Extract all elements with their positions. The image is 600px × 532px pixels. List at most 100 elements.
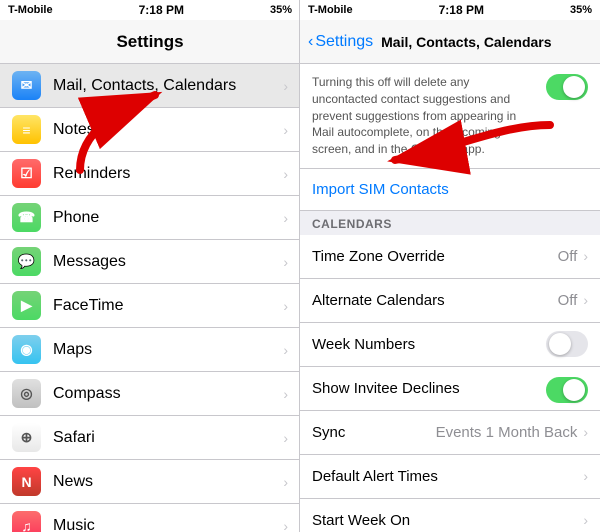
chevron-icon-news: ›: [283, 474, 288, 490]
battery-left: 35%: [270, 4, 292, 16]
chevron-icon-maps: ›: [283, 342, 288, 358]
app-container: T-Mobile 7:18 PM 35% Settings ✉ Mail, Con…: [0, 0, 600, 532]
mail-icon: ✉: [12, 71, 41, 100]
chevron-icon-safari: ›: [283, 430, 288, 446]
calendar-item-startweek[interactable]: Start Week On›: [300, 499, 600, 532]
cal-value-timezone: Off: [558, 248, 578, 265]
status-right: 35%: [270, 4, 292, 16]
right-battery: 35%: [570, 4, 592, 16]
back-label: Settings: [315, 33, 373, 51]
settings-item-messages[interactable]: 💬 Messages›: [0, 240, 300, 284]
calendar-item-altcal[interactable]: Alternate CalendarsOff›: [300, 279, 600, 323]
calendars-label: Calendars: [312, 217, 392, 231]
mail-contacts-panel: T-Mobile 7:18 PM 35% ‹ Settings Mail, Co…: [300, 0, 600, 532]
back-button[interactable]: ‹ Settings: [308, 33, 373, 51]
calendar-items-list: Time Zone OverrideOff›Alternate Calendar…: [300, 235, 600, 532]
chevron-icon-reminders: ›: [283, 166, 288, 182]
cal-label-weeknum: Week Numbers: [312, 336, 546, 353]
calendars-section-header: Calendars: [300, 211, 600, 235]
toggle-on-invitee[interactable]: [546, 377, 588, 403]
status-left: T-Mobile: [8, 4, 53, 16]
cal-value-sync: Events 1 Month Back: [436, 424, 578, 441]
music-icon: ♫: [12, 511, 41, 532]
contacts-toggle[interactable]: [546, 74, 588, 100]
calendar-item-timezone[interactable]: Time Zone OverrideOff ›: [300, 235, 600, 279]
left-status-bar: T-Mobile 7:18 PM 35%: [0, 0, 300, 20]
calendar-item-sync[interactable]: SyncEvents 1 Month Back ›: [300, 411, 600, 455]
settings-item-facetime[interactable]: ▶ FaceTime›: [0, 284, 300, 328]
settings-item-safari[interactable]: ⊕Safari›: [0, 416, 300, 460]
chevron-icon-phone: ›: [283, 210, 288, 226]
settings-label-maps: Maps: [53, 341, 283, 359]
left-nav-title: Settings: [116, 32, 183, 52]
right-status-left: T-Mobile: [308, 4, 353, 16]
settings-item-maps[interactable]: ◉ Maps›: [0, 328, 300, 372]
calendar-item-invitee[interactable]: Show Invitee Declines: [300, 367, 600, 411]
right-panel: T-Mobile 7:18 PM 35% ‹ Settings Mail, Co…: [300, 0, 600, 532]
chevron-icon-notes: ›: [283, 122, 288, 138]
toggle-knob: [563, 76, 585, 98]
settings-item-reminders[interactable]: ☑ Reminders›: [0, 152, 300, 196]
safari-icon: ⊕: [12, 423, 41, 452]
toggle-knob-weeknum: [549, 333, 571, 355]
calendar-item-alerttimes[interactable]: Default Alert Times›: [300, 455, 600, 499]
contacts-info-box: Turning this off will delete any unconta…: [300, 64, 600, 169]
chevron-icon-compass: ›: [283, 386, 288, 402]
settings-item-compass[interactable]: ◎Compass›: [0, 372, 300, 416]
import-sim-item[interactable]: Import SIM Contacts: [300, 169, 600, 211]
settings-label-messages: Messages: [53, 253, 283, 271]
cal-label-startweek: Start Week On: [312, 512, 583, 529]
facetime-icon: ▶: [12, 291, 41, 320]
cal-value-altcal: Off: [558, 292, 578, 309]
settings-label-news: News: [53, 473, 283, 491]
cal-chevron-sync: ›: [583, 424, 588, 440]
settings-item-mail[interactable]: ✉ Mail, Contacts, Calendars›: [0, 64, 300, 108]
chevron-icon-music: ›: [283, 518, 288, 532]
cal-chevron-alerttimes: ›: [583, 468, 588, 484]
right-content: Turning this off will delete any unconta…: [300, 64, 600, 532]
maps-icon: ◉: [12, 335, 41, 364]
cal-label-sync: Sync: [312, 424, 436, 441]
phone-icon: ☎: [12, 203, 41, 232]
cal-chevron-timezone: ›: [583, 248, 588, 264]
cal-label-altcal: Alternate Calendars: [312, 292, 558, 309]
right-status-bar: T-Mobile 7:18 PM 35%: [300, 0, 600, 20]
chevron-icon-mail: ›: [283, 78, 288, 94]
chevron-icon-messages: ›: [283, 254, 288, 270]
chevron-icon-facetime: ›: [283, 298, 288, 314]
settings-panel: T-Mobile 7:18 PM 35% Settings ✉ Mail, Con…: [0, 0, 300, 532]
settings-item-phone[interactable]: ☎ Phone›: [0, 196, 300, 240]
info-text: Turning this off will delete any unconta…: [312, 75, 516, 156]
right-nav-title: Mail, Contacts, Calendars: [381, 34, 551, 50]
settings-item-news[interactable]: N News›: [0, 460, 300, 504]
settings-label-music: Music: [53, 517, 283, 532]
import-sim-label: Import SIM Contacts: [312, 181, 449, 198]
cal-label-timezone: Time Zone Override: [312, 248, 558, 265]
left-panel: T-Mobile 7:18 PM 35% Settings ✉ Mail, Con…: [0, 0, 300, 532]
settings-label-phone: Phone: [53, 209, 283, 227]
toggle-knob-invitee: [563, 379, 585, 401]
right-carrier: T-Mobile: [308, 4, 353, 16]
right-time: 7:18 PM: [439, 3, 484, 17]
toggle-off-weeknum[interactable]: [546, 331, 588, 357]
time-left: 7:18 PM: [139, 3, 184, 17]
settings-label-facetime: FaceTime: [53, 297, 283, 315]
settings-label-notes: Notes: [53, 121, 283, 139]
right-nav-bar: ‹ Settings Mail, Contacts, Calendars: [300, 20, 600, 64]
settings-label-reminders: Reminders: [53, 165, 283, 183]
right-status-right: 35%: [570, 4, 592, 16]
settings-item-notes[interactable]: ≡ Notes›: [0, 108, 300, 152]
messages-icon: 💬: [12, 247, 41, 276]
settings-label-compass: Compass: [53, 385, 283, 403]
settings-item-music[interactable]: ♫ Music›: [0, 504, 300, 532]
left-nav-bar: Settings: [0, 20, 300, 64]
news-icon: N: [12, 467, 41, 496]
carrier-left: T-Mobile: [8, 4, 53, 16]
cal-label-alerttimes: Default Alert Times: [312, 468, 583, 485]
settings-label-mail: Mail, Contacts, Calendars: [53, 77, 283, 95]
reminders-icon: ☑: [12, 159, 41, 188]
back-chevron-icon: ‹: [308, 33, 313, 51]
notes-icon: ≡: [12, 115, 41, 144]
settings-list: ✉Mail, Contacts, Calendars›≡Notes›☑Remin…: [0, 64, 300, 532]
calendar-item-weeknum[interactable]: Week Numbers: [300, 323, 600, 367]
